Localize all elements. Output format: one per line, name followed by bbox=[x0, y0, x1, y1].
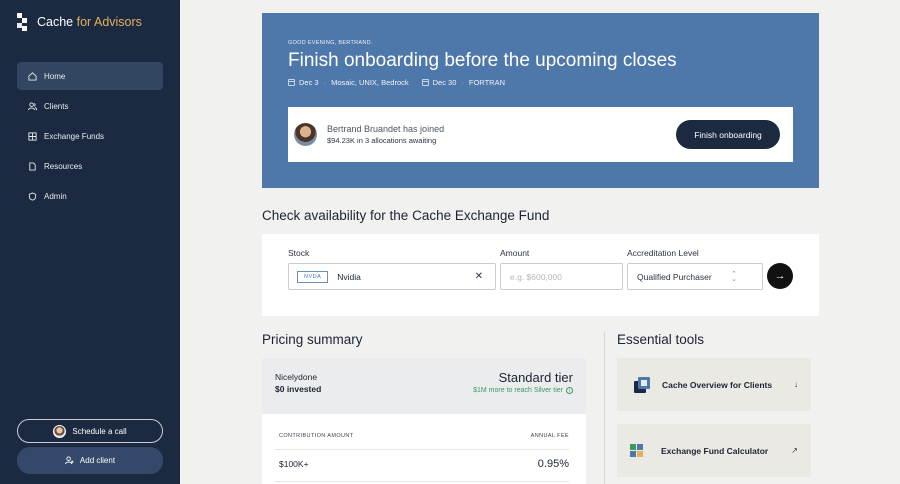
select-chevron-icon: ⌃ ⌄ bbox=[731, 270, 737, 283]
close-date: Dec 3 bbox=[299, 78, 319, 87]
sidebar-item-label: Clients bbox=[44, 101, 69, 111]
upgrade-note-text: $1M more to reach Silver tier bbox=[473, 387, 563, 394]
client-name: Nicelydone bbox=[275, 372, 318, 382]
invested-amount: $0 invested bbox=[275, 384, 322, 394]
document-icon bbox=[29, 161, 36, 171]
clear-icon[interactable]: ✕ bbox=[475, 271, 483, 282]
tier-name: Standard tier bbox=[498, 370, 573, 385]
tools-title: Essential tools bbox=[617, 332, 705, 347]
row-fee: 0.95% bbox=[537, 458, 569, 470]
stock-label: Stock bbox=[288, 248, 310, 258]
accreditation-label: Accreditation Level bbox=[627, 248, 699, 258]
add-client-button[interactable]: Add client bbox=[17, 447, 163, 474]
accreditation-select[interactable]: Qualified Purchaser ⌃ ⌄ bbox=[627, 263, 763, 290]
client-joined-card: Bertrand Bruandet has joined $94.23K in … bbox=[288, 107, 793, 162]
tool-label: Exchange Fund Calculator bbox=[661, 445, 769, 456]
tier-upgrade-note: $1M more to reach Silver tier i bbox=[473, 387, 573, 394]
stock-field[interactable]: NVDA Nvidia ✕ bbox=[288, 263, 496, 290]
sidebar-item-label: Admin bbox=[44, 191, 67, 201]
home-icon bbox=[28, 71, 37, 81]
pricing-table: CONTRIBUTION AMOUNT ANNUAL FEE $100K+ 0.… bbox=[262, 414, 586, 484]
download-icon[interactable]: ↓ bbox=[794, 380, 798, 389]
sidebar-item-resources[interactable]: Resources bbox=[17, 152, 163, 180]
amount-label: Amount bbox=[500, 248, 530, 258]
calculator-icon bbox=[630, 444, 643, 457]
sidebar-nav: Home Clients Exchange Funds Resources Ad… bbox=[17, 62, 163, 212]
close-funds: Mosaic, UNIX, Bedrock bbox=[331, 78, 409, 87]
client-avatar bbox=[294, 123, 317, 146]
external-link-icon[interactable]: ↗ bbox=[791, 446, 798, 455]
close-funds: FORTRAN bbox=[468, 78, 506, 87]
col-contribution-amount: CONTRIBUTION AMOUNT bbox=[279, 433, 354, 439]
brand-name: Cache bbox=[37, 15, 74, 29]
amount-placeholder: e.g. $600,000 bbox=[510, 271, 562, 282]
row-amount: $100K+ bbox=[279, 459, 309, 469]
onboarding-banner: GOOD EVENING, BERTRAND. Finish onboardin… bbox=[262, 13, 819, 188]
sidebar-item-label: Resources bbox=[44, 161, 83, 171]
pricing-header: Nicelydone $0 invested Standard tier $1M… bbox=[262, 358, 586, 414]
column-divider bbox=[604, 332, 605, 484]
accreditation-value: Qualified Purchaser bbox=[637, 271, 712, 282]
close-date-item: Dec 3 · Mosaic, UNIX, Bedrock bbox=[288, 78, 409, 87]
availability-title: Check availability for the Cache Exchang… bbox=[262, 208, 550, 223]
add-user-icon bbox=[64, 456, 74, 465]
sidebar-item-admin[interactable]: Admin bbox=[17, 182, 163, 210]
tool-label: Cache Overview for Clients bbox=[662, 379, 773, 390]
col-annual-fee: ANNUAL FEE bbox=[530, 433, 569, 439]
pricing-title: Pricing summary bbox=[262, 332, 363, 347]
shield-icon bbox=[28, 191, 37, 201]
separator-dot: · bbox=[323, 78, 327, 87]
add-client-label: Add client bbox=[79, 456, 116, 465]
sidebar-item-clients[interactable]: Clients bbox=[17, 92, 163, 120]
banner-title: Finish onboarding before the upcoming cl… bbox=[288, 50, 677, 71]
sidebar-item-label: Home bbox=[44, 71, 66, 81]
close-dates: Dec 3 · Mosaic, UNIX, Bedrock Dec 30 · F… bbox=[288, 78, 505, 87]
brand-suffix: for Advisors bbox=[73, 15, 142, 29]
schedule-call-button[interactable]: Schedule a call bbox=[17, 419, 163, 443]
users-icon bbox=[28, 101, 37, 110]
availability-form: Stock NVDA Nvidia ✕ Amount e.g. $600,000… bbox=[262, 234, 819, 316]
sidebar-item-home[interactable]: Home bbox=[17, 62, 163, 90]
schedule-call-label: Schedule a call bbox=[72, 426, 127, 436]
stock-value: Nvidia bbox=[337, 271, 361, 282]
overview-document-icon bbox=[634, 376, 650, 393]
sidebar: Cache for Advisors Home Clients Exchange… bbox=[0, 0, 180, 484]
tool-cache-overview[interactable]: Cache Overview for Clients ↓ bbox=[617, 358, 811, 411]
table-divider bbox=[275, 449, 569, 450]
greeting: GOOD EVENING, BERTRAND. bbox=[288, 40, 373, 46]
calendar-icon bbox=[288, 79, 295, 86]
logo[interactable]: Cache for Advisors bbox=[17, 13, 142, 31]
table-divider bbox=[275, 481, 569, 482]
ticker-badge: NVDA bbox=[297, 270, 329, 283]
client-joined-title: Bertrand Bruandet has joined bbox=[327, 124, 445, 134]
advisor-avatar bbox=[53, 424, 67, 438]
grid-icon bbox=[28, 131, 37, 141]
close-date-item: Dec 30 · FORTRAN bbox=[421, 78, 506, 87]
info-icon[interactable]: i bbox=[566, 387, 573, 394]
sidebar-item-label: Exchange Funds bbox=[44, 131, 105, 141]
finish-onboarding-button[interactable]: Finish onboarding bbox=[676, 120, 780, 149]
logo-mark-icon bbox=[17, 13, 32, 31]
client-allocations: $94.23K in 3 allocations awaiting bbox=[327, 136, 437, 145]
sidebar-item-exchange-funds[interactable]: Exchange Funds bbox=[17, 122, 163, 150]
separator-dot: · bbox=[461, 78, 464, 87]
close-date: Dec 30 bbox=[432, 78, 457, 87]
tool-fund-calculator[interactable]: Exchange Fund Calculator ↗ bbox=[617, 424, 811, 477]
check-availability-button[interactable]: → bbox=[767, 263, 793, 289]
calendar-icon bbox=[421, 79, 429, 86]
amount-input[interactable]: e.g. $600,000 bbox=[500, 263, 623, 290]
logo-text: Cache for Advisors bbox=[37, 15, 142, 29]
